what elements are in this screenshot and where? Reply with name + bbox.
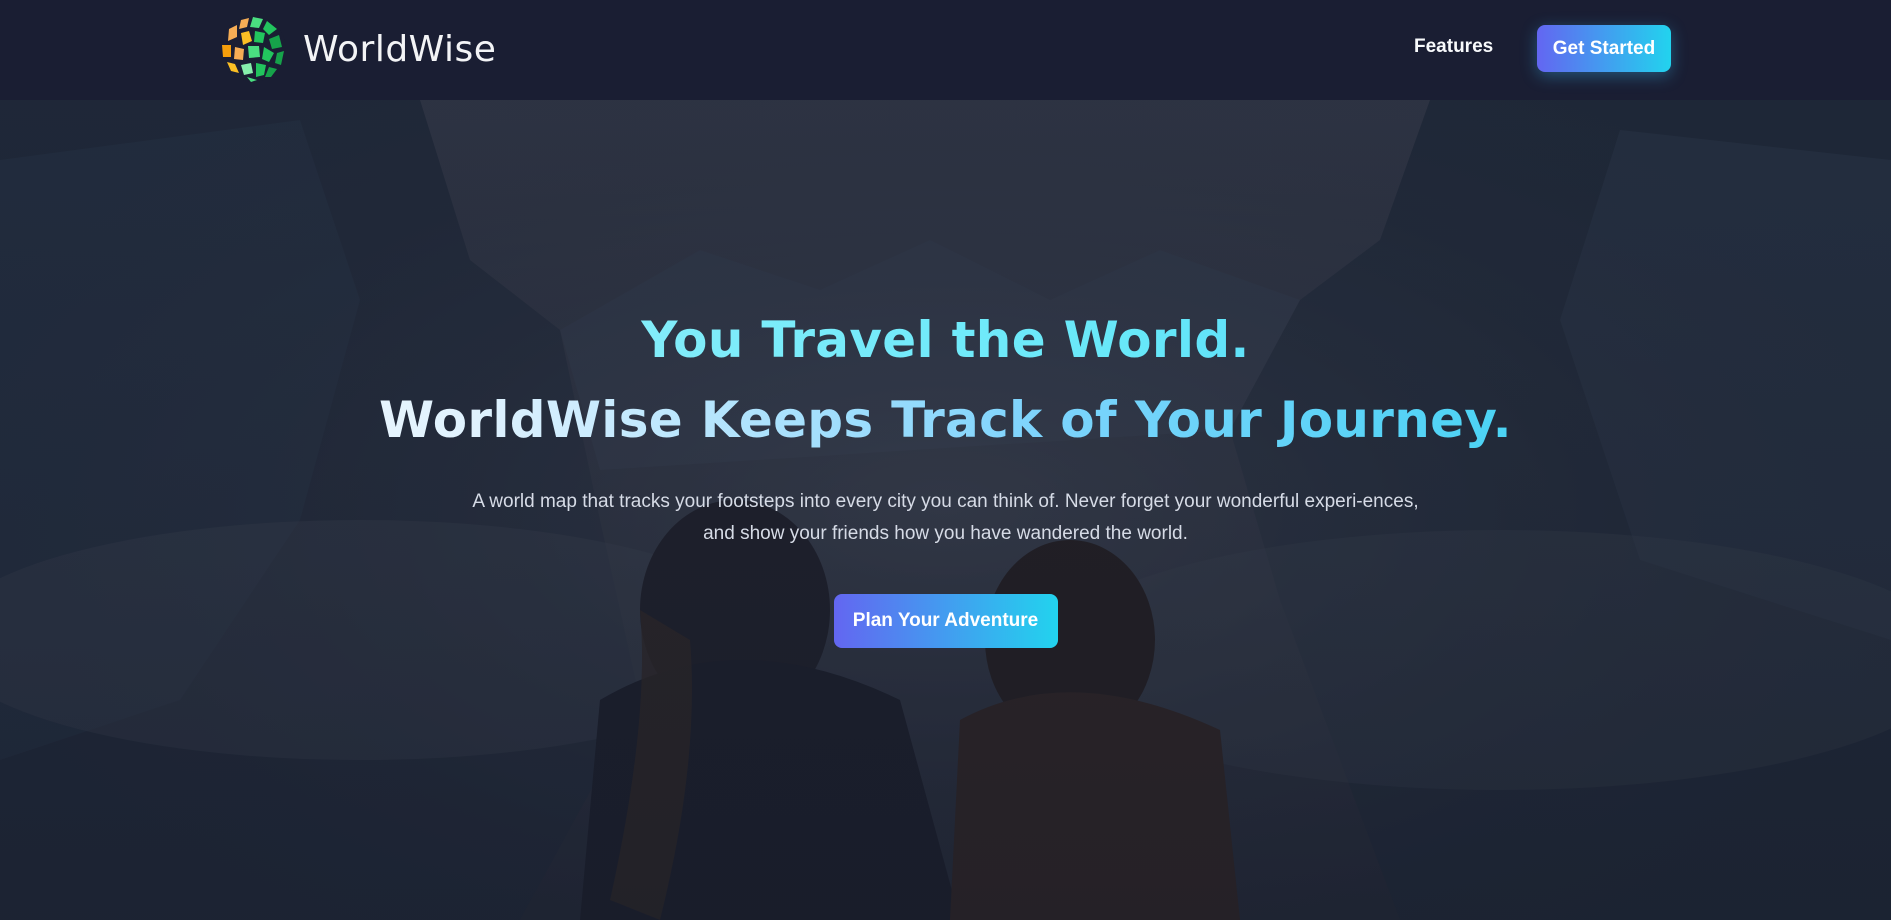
top-navbar: WorldWise Features Get Started [0, 0, 1891, 100]
hero-subtitle: A world map that tracks your footsteps i… [472, 491, 1419, 544]
hero-headline: You Travel the World. WorldWise Keeps Tr… [0, 300, 1891, 460]
headline-line-1: You Travel the World. [0, 300, 1891, 380]
nav-link-features[interactable]: Features [1414, 36, 1493, 58]
get-started-button[interactable]: Get Started [1537, 25, 1671, 72]
plan-adventure-button[interactable]: Plan Your Adventure [833, 594, 1058, 648]
hero-content: You Travel the World. WorldWise Keeps Tr… [0, 300, 1891, 648]
brand-logo-link[interactable]: WorldWise [219, 14, 496, 84]
headline-line-2: WorldWise Keeps Track of Your Journey. [0, 380, 1891, 460]
brand-name: WorldWise [303, 28, 497, 70]
landing-page: You Travel the World. WorldWise Keeps Tr… [0, 0, 1891, 920]
globe-mosaic-logo-icon [220, 16, 286, 82]
hero-section: You Travel the World. WorldWise Keeps Tr… [0, 0, 1891, 920]
